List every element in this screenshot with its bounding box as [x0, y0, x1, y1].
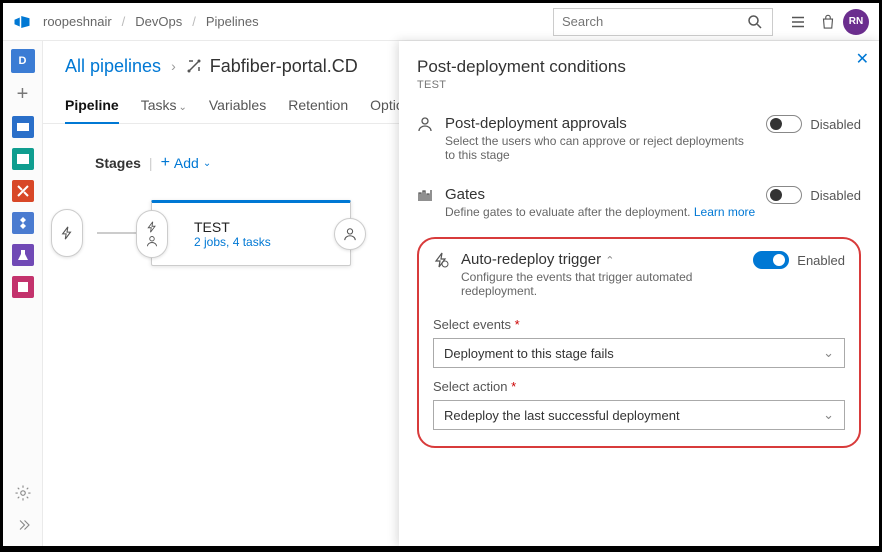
chevron-down-icon: ⌄	[203, 158, 211, 169]
collapse-icon[interactable]	[14, 516, 32, 534]
settings-icon[interactable]	[14, 484, 32, 502]
pre-deployment-badge[interactable]	[51, 209, 83, 257]
tab-tasks[interactable]: Tasks⌄	[141, 89, 187, 123]
trigger-icon	[146, 221, 158, 233]
user-avatar[interactable]: RN	[843, 9, 869, 35]
nav-repos-icon[interactable]	[12, 148, 34, 170]
breadcrumb-area[interactable]: Pipelines	[206, 14, 259, 29]
release-icon	[186, 58, 202, 74]
topbar: roopeshnair / DevOps / Pipelines RN	[3, 3, 879, 41]
chevron-down-icon: ⌄	[178, 102, 186, 113]
stage-name: TEST	[194, 219, 271, 235]
azure-devops-logo	[13, 13, 31, 31]
all-pipelines-link[interactable]: All pipelines	[65, 56, 161, 77]
plus-icon: +	[161, 154, 170, 172]
search-icon	[746, 13, 764, 31]
auto-title: Auto-redeploy trigger ⌃	[461, 251, 743, 268]
search-input[interactable]	[553, 8, 773, 36]
breadcrumb-sep: /	[122, 14, 126, 29]
stage-jobs-link[interactable]: 2 jobs, 4 tasks	[194, 235, 271, 249]
close-button[interactable]: ✕	[856, 49, 869, 69]
approvals-state: Disabled	[810, 117, 861, 132]
bag-icon[interactable]	[819, 13, 837, 31]
breadcrumb-org[interactable]: roopeshnair	[43, 14, 112, 29]
post-deployment-panel: ✕ Post-deployment conditions TEST Post-d…	[399, 41, 879, 546]
person-icon	[417, 116, 435, 132]
approvals-title: Post-deployment approvals	[445, 115, 756, 132]
breadcrumb-project[interactable]: DevOps	[135, 14, 182, 29]
events-select[interactable]: Deployment to this stage fails ⌄	[433, 338, 845, 368]
chevron-down-icon: ⌄	[823, 345, 834, 361]
auto-redeploy-highlight: Auto-redeploy trigger ⌃ Configure the ev…	[417, 237, 861, 448]
tab-variables[interactable]: Variables	[209, 89, 266, 123]
pipeline-title: Fabfiber-portal.CD	[186, 56, 358, 77]
gates-toggle[interactable]	[766, 186, 802, 204]
field-select-action: Select action * Redeploy the last succes…	[433, 378, 845, 430]
tab-retention[interactable]: Retention	[288, 89, 348, 123]
nav-artifacts-icon[interactable]	[12, 276, 34, 298]
pipeline-name: Fabfiber-portal.CD	[210, 56, 358, 77]
person-icon	[343, 227, 357, 241]
panel-stage-label: TEST	[417, 79, 861, 91]
gates-title: Gates	[445, 186, 756, 203]
trigger-icon	[60, 226, 74, 240]
learn-more-link[interactable]: Learn more	[694, 205, 755, 219]
project-badge[interactable]: D	[11, 49, 35, 73]
gates-state: Disabled	[810, 188, 861, 203]
add-stage-button[interactable]: + Add ⌄	[161, 154, 212, 172]
chevron-up-icon[interactable]: ⌃	[605, 255, 614, 267]
approvals-desc: Select the users who can approve or reje…	[445, 134, 756, 162]
auto-toggle[interactable]	[753, 251, 789, 269]
tab-pipeline[interactable]: Pipeline	[65, 89, 119, 123]
stage-card[interactable]: TEST 2 jobs, 4 tasks	[151, 200, 351, 266]
breadcrumb-sep: /	[192, 14, 196, 29]
auto-desc: Configure the events that trigger automa…	[461, 270, 743, 298]
stages-label: Stages	[95, 155, 141, 171]
nav-test-icon[interactable]	[12, 212, 34, 234]
gates-desc: Define gates to evaluate after the deplo…	[445, 205, 756, 219]
nav-pipelines-icon[interactable]	[12, 180, 34, 202]
events-label: Select events *	[433, 317, 520, 332]
section-auto-redeploy: Auto-redeploy trigger ⌃ Configure the ev…	[433, 251, 845, 306]
panel-title: Post-deployment conditions	[417, 57, 861, 77]
field-select-events: Select events * Deployment to this stage…	[433, 316, 845, 368]
chevron-down-icon: ⌄	[823, 407, 834, 423]
list-icon[interactable]	[789, 13, 807, 31]
action-value: Redeploy the last successful deployment	[444, 408, 680, 423]
person-icon	[146, 235, 158, 247]
approvals-toggle[interactable]	[766, 115, 802, 133]
gates-icon	[417, 187, 435, 203]
content: All pipelines › Fabfiber-portal.CD Save …	[43, 41, 879, 546]
action-label: Select action *	[433, 379, 516, 394]
chevron-right-icon: ›	[171, 58, 176, 74]
nav-testplans-icon[interactable]	[12, 244, 34, 266]
auto-redeploy-icon	[433, 252, 451, 268]
add-icon[interactable]: +	[17, 83, 29, 106]
section-approvals: Post-deployment approvals Select the use…	[417, 105, 861, 176]
search-field[interactable]	[562, 14, 746, 29]
events-value: Deployment to this stage fails	[444, 346, 614, 361]
post-conditions-badge[interactable]	[334, 218, 366, 250]
nav-boards-icon[interactable]	[12, 116, 34, 138]
left-nav: D +	[3, 41, 43, 546]
action-select[interactable]: Redeploy the last successful deployment …	[433, 400, 845, 430]
section-gates: Gates Define gates to evaluate after the…	[417, 176, 861, 233]
auto-state: Enabled	[797, 253, 845, 268]
pre-conditions-badge[interactable]	[136, 210, 168, 258]
